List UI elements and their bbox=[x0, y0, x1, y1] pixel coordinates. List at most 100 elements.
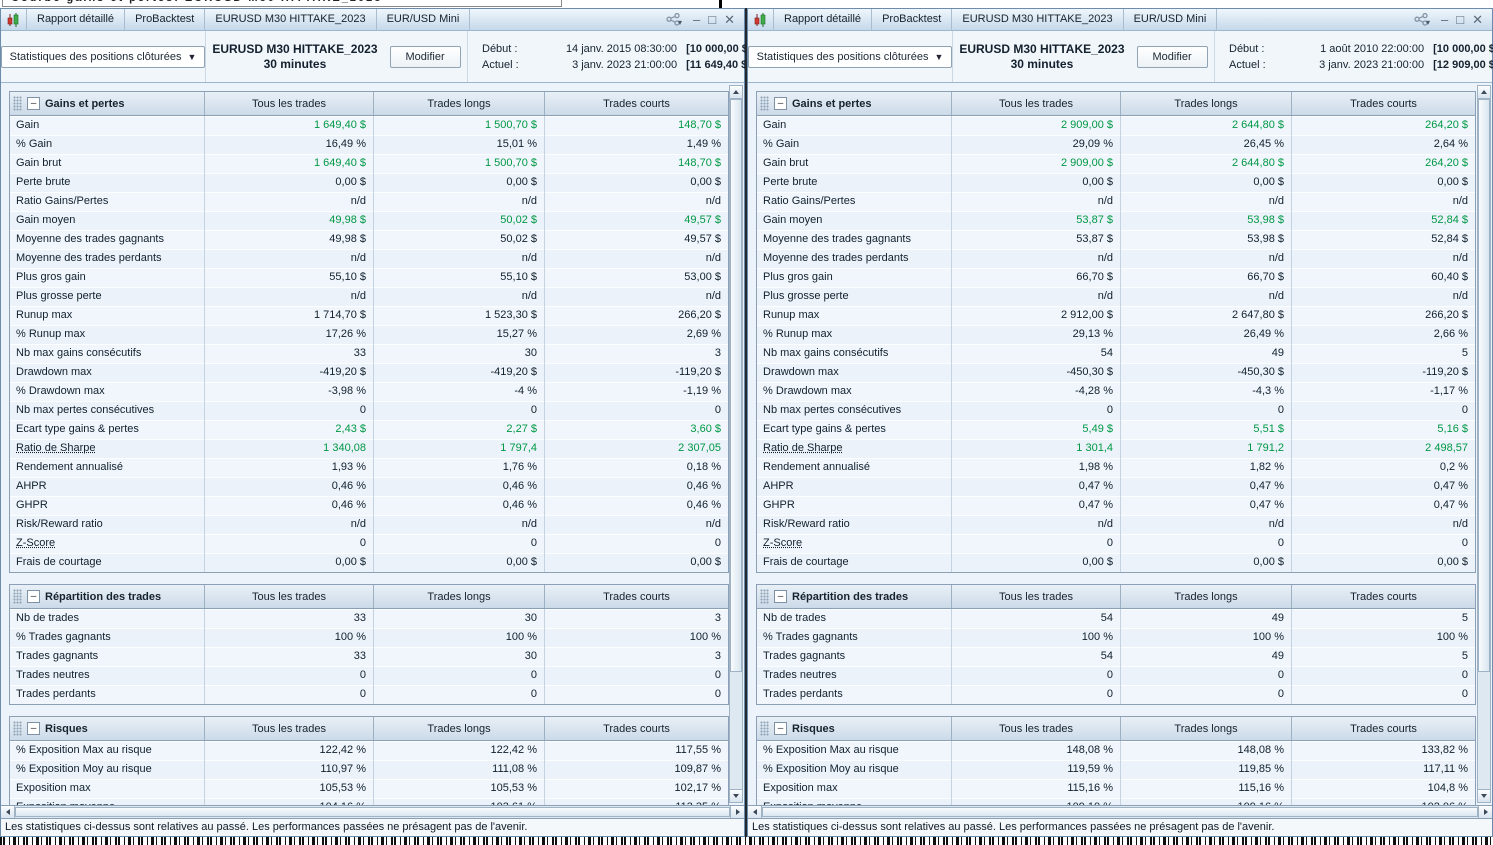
stat-label: % Gain bbox=[757, 135, 951, 154]
stat-value: n/d bbox=[951, 515, 1120, 534]
stat-value: 0 bbox=[373, 401, 544, 420]
close-icon[interactable]: ✕ bbox=[1472, 10, 1483, 30]
current-date-line: Actuel : 3 janv. 2023 21:00:00 [12 909,0… bbox=[1229, 57, 1493, 73]
collapse-section-button[interactable]: – bbox=[774, 590, 787, 603]
scroll-down-button[interactable] bbox=[730, 789, 742, 802]
section-header: – Répartition des trades Tous les trades Tr… bbox=[10, 585, 728, 609]
tab-rapport-detaille[interactable]: Rapport détaillé bbox=[26, 9, 125, 31]
current-label: Actuel : bbox=[1229, 57, 1275, 73]
stat-label[interactable]: Ratio de Sharpe bbox=[10, 439, 204, 458]
collapse-section-button[interactable]: – bbox=[774, 97, 787, 110]
stat-row: Plus gros gain 66,70 $66,70 $60,40 $ bbox=[757, 268, 1475, 287]
tab-market[interactable]: EUR/USD Mini bbox=[1124, 9, 1218, 31]
candlestick-chart-icon bbox=[754, 13, 767, 27]
vertical-scrollbar-thumb[interactable] bbox=[730, 99, 742, 672]
scroll-left-button[interactable] bbox=[1, 806, 15, 818]
stat-value: 50,02 $ bbox=[373, 211, 544, 230]
scroll-left-button[interactable] bbox=[748, 806, 762, 818]
section-title-cell: – Gains et pertes bbox=[10, 92, 204, 115]
horizontal-scrollbar[interactable] bbox=[748, 805, 1492, 819]
maximize-icon[interactable]: □ bbox=[708, 10, 716, 30]
stat-value: 33 bbox=[204, 647, 373, 666]
stat-row: Exposition max 105,53 % 105,53 % 102,17 % bbox=[10, 779, 728, 798]
stat-value: 1,93 % bbox=[204, 458, 373, 477]
minimize-icon[interactable]: – bbox=[1441, 10, 1448, 30]
triangle-down-icon bbox=[1481, 794, 1487, 798]
collapse-section-button[interactable]: – bbox=[27, 97, 40, 110]
drag-grip-icon[interactable] bbox=[760, 721, 769, 736]
disclaimer-text: Les statistiques ci-dessus sont relative… bbox=[5, 821, 527, 833]
stat-value: n/d bbox=[951, 287, 1120, 306]
stat-label: AHPR bbox=[757, 477, 951, 496]
stat-value: 0 bbox=[204, 534, 373, 553]
triangle-left-icon bbox=[753, 809, 757, 815]
current-label: Actuel : bbox=[482, 57, 528, 73]
tab-probacktest[interactable]: ProBacktest bbox=[872, 9, 952, 31]
positions-stats-dropdown[interactable]: Statistiques des positions clôturées ▼ bbox=[748, 46, 953, 68]
window-controls: ▾ – □ ✕ bbox=[666, 10, 735, 30]
minimize-icon[interactable]: – bbox=[693, 10, 700, 30]
stat-value: 60,40 $ bbox=[1291, 268, 1475, 287]
stat-value: 54 bbox=[951, 344, 1120, 363]
stat-value: 5 bbox=[1291, 647, 1475, 666]
stat-value: 30 bbox=[373, 344, 544, 363]
tab-probacktest[interactable]: ProBacktest bbox=[125, 9, 205, 31]
scroll-right-button[interactable] bbox=[730, 806, 744, 818]
horizontal-scrollbar[interactable] bbox=[1, 805, 744, 819]
horizontal-scrollbar-thumb[interactable] bbox=[15, 807, 730, 817]
stat-value: -3,98 % bbox=[204, 382, 373, 401]
vertical-scrollbar[interactable] bbox=[1477, 85, 1491, 803]
window-titlebar: Rapport détaillé ProBacktest EURUSD M30 … bbox=[1, 9, 744, 31]
stat-label: Trades gagnants bbox=[757, 647, 951, 666]
section-header: – Gains et pertes Tous les trades Trades lo… bbox=[10, 92, 728, 116]
stat-label: Nb max gains consécutifs bbox=[757, 344, 951, 363]
stat-value: 26,49 % bbox=[1120, 325, 1291, 344]
stat-label: Risk/Reward ratio bbox=[10, 515, 204, 534]
modify-button[interactable]: Modifier bbox=[390, 46, 461, 68]
scroll-right-button[interactable] bbox=[1478, 806, 1492, 818]
stat-label: Gain moyen bbox=[757, 211, 951, 230]
scroll-up-button[interactable] bbox=[730, 86, 742, 99]
drag-grip-icon[interactable] bbox=[13, 96, 22, 111]
section-title-cell: – Risques bbox=[10, 717, 204, 740]
drag-grip-icon[interactable] bbox=[13, 721, 22, 736]
stat-label: Trades perdants bbox=[757, 685, 951, 704]
stat-value: 100 % bbox=[1120, 628, 1291, 647]
modify-button[interactable]: Modifier bbox=[1137, 46, 1208, 68]
drag-grip-icon[interactable] bbox=[760, 96, 769, 111]
stat-value: 53,87 $ bbox=[951, 230, 1120, 249]
collapse-section-button[interactable]: – bbox=[27, 590, 40, 603]
close-icon[interactable]: ✕ bbox=[724, 10, 735, 30]
drag-grip-icon[interactable] bbox=[13, 589, 22, 604]
vertical-scrollbar[interactable] bbox=[729, 85, 743, 803]
stat-value: 0,00 $ bbox=[1120, 553, 1291, 572]
stat-value: n/d bbox=[951, 192, 1120, 211]
stat-label: Nb max pertes consécutives bbox=[757, 401, 951, 420]
collapse-section-button[interactable]: – bbox=[774, 722, 787, 735]
background-window-tab[interactable]: Courbe gains et pertes: EURUSD M30 HITTA… bbox=[2, 0, 562, 7]
maximize-icon[interactable]: □ bbox=[1456, 10, 1464, 30]
tab-market[interactable]: EUR/USD Mini bbox=[377, 9, 471, 31]
drag-grip-icon[interactable] bbox=[760, 589, 769, 604]
stat-value: n/d bbox=[544, 249, 728, 268]
stat-label[interactable]: Ratio de Sharpe bbox=[757, 439, 951, 458]
share-icon[interactable]: ▾ bbox=[666, 13, 685, 26]
collapse-section-button[interactable]: – bbox=[27, 722, 40, 735]
stat-value: 49 bbox=[1120, 609, 1291, 628]
stat-value: 1,82 % bbox=[1120, 458, 1291, 477]
horizontal-scrollbar-thumb[interactable] bbox=[762, 807, 1478, 817]
stat-label[interactable]: Z-Score bbox=[10, 534, 204, 553]
tab-rapport-detaille[interactable]: Rapport détaillé bbox=[773, 9, 872, 31]
share-icon[interactable]: ▾ bbox=[1414, 13, 1433, 26]
positions-stats-dropdown[interactable]: Statistiques des positions clôturées ▼ bbox=[1, 46, 206, 68]
scroll-up-button[interactable] bbox=[1478, 86, 1490, 99]
stat-label[interactable]: Z-Score bbox=[757, 534, 951, 553]
column-header: Tous les trades bbox=[204, 585, 373, 608]
scroll-down-button[interactable] bbox=[1478, 789, 1490, 802]
section-title-cell: – Répartition des trades bbox=[10, 585, 204, 608]
section-title: Risques bbox=[792, 723, 835, 735]
stat-row: Exposition moyenne109,10 %109,16 %102,06… bbox=[757, 798, 1475, 805]
vertical-scrollbar-thumb[interactable] bbox=[1478, 99, 1490, 672]
tab-instrument[interactable]: EURUSD M30 HITTAKE_2023 bbox=[952, 9, 1123, 31]
tab-instrument[interactable]: EURUSD M30 HITTAKE_2023 bbox=[205, 9, 376, 31]
